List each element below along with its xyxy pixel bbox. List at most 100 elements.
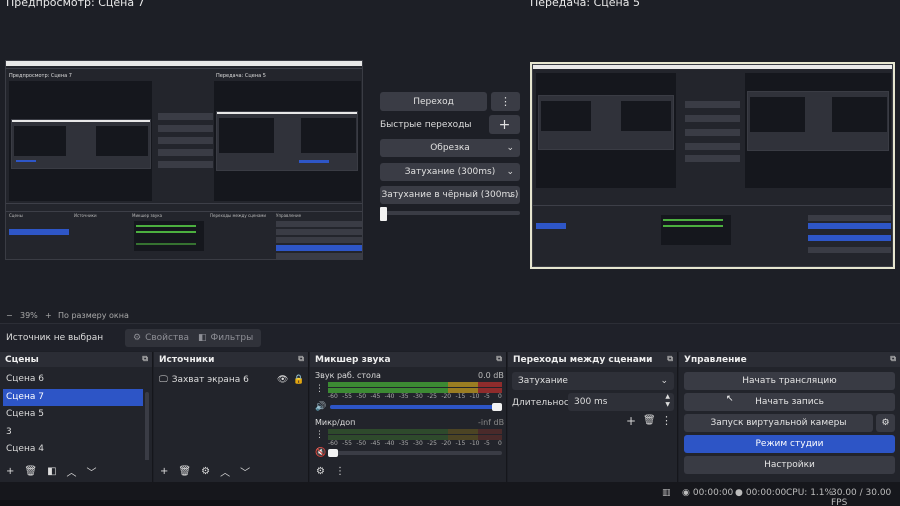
chevron-up-icon[interactable]: ︿ — [67, 464, 77, 479]
mini-sources-label: Источники — [74, 213, 97, 218]
spin-icon[interactable]: ▲ ▼ — [665, 393, 670, 409]
muted-speaker-icon[interactable]: 🔇 — [315, 448, 326, 458]
chevron-down-icon: ⌄ — [660, 376, 668, 386]
properties-button[interactable]: ⚙ Свойства — [125, 329, 198, 347]
quick-transition-option-2[interactable]: Затухание (300ms) ⌄ — [380, 163, 520, 181]
transition-slider-handle[interactable] — [380, 207, 387, 221]
dock-pin-icon[interactable]: ⧉ — [298, 354, 304, 364]
transitions-header: Переходы между сценами ⧉ — [508, 352, 677, 367]
meter-tick-label: 0 — [498, 393, 502, 400]
stream-time: 00:00:00 — [692, 488, 734, 498]
trash-icon[interactable]: 🗑 — [24, 466, 37, 477]
start-stream-button[interactable]: Начать трансляцию — [684, 372, 895, 390]
virtual-cam-button[interactable]: Запуск виртуальной камеры — [684, 414, 873, 432]
record-icon: ● — [735, 488, 743, 498]
dock-pin-icon[interactable]: ⧉ — [890, 354, 896, 364]
chevron-down-icon: ⌄ — [506, 190, 514, 200]
gear-icon: ⚙ — [133, 333, 142, 343]
add-icon[interactable]: + — [6, 466, 14, 477]
record-time: 00:00:00 — [745, 488, 787, 498]
lock-icon[interactable]: 🔒 — [293, 375, 304, 385]
scenes-dock: Сцены ⧉ Сцена 6 Сцена 7 Сцена 5 3 Сцена 4 + 🗑… — [0, 352, 153, 482]
trash-icon[interactable]: 🗑 — [643, 415, 656, 426]
meter-tick-label: -15 — [455, 440, 466, 447]
controls-title: Управление — [684, 355, 747, 365]
channel-level: -inf dB — [478, 418, 505, 427]
mini-control-label: Управление — [276, 213, 302, 218]
option-label: Обрезка — [430, 143, 470, 153]
scenes-scrollbar[interactable] — [145, 392, 149, 464]
filters-label: Фильтры — [210, 333, 254, 343]
source-status: Источник не выбран — [6, 333, 104, 343]
scene-item[interactable]: Сцена 4 — [3, 441, 143, 458]
dock-pin-icon[interactable]: ⧉ — [142, 354, 148, 364]
virtual-cam-settings-button[interactable]: ⚙ — [876, 414, 895, 432]
studio-mode-button[interactable]: Режим студии — [684, 435, 895, 453]
zoom-fit[interactable]: По размеру окна — [58, 311, 129, 320]
source-name: Захват экрана 6 — [171, 375, 249, 385]
scene-item[interactable]: 3 — [3, 424, 143, 441]
transition-slider-track[interactable] — [380, 211, 520, 215]
add-icon[interactable]: + — [160, 466, 168, 477]
mouse-cursor-icon: ↖ — [726, 394, 734, 404]
scene-item[interactable]: Сцена 5 — [3, 406, 143, 423]
eye-icon[interactable]: 👁 — [277, 375, 288, 385]
filter-icon[interactable]: ◧ — [47, 466, 56, 477]
kebab-icon[interactable]: ⋮ — [315, 384, 324, 394]
transition-button[interactable]: Переход — [380, 92, 487, 111]
trash-icon[interactable]: 🗑 — [178, 466, 191, 477]
dock-pin-icon[interactable]: ⧉ — [496, 354, 502, 364]
quick-transition-option-3[interactable]: Затухание в чёрный (300ms) ⌄ — [380, 186, 520, 204]
chevron-down-icon[interactable]: ﹀ — [87, 464, 97, 479]
settings-button[interactable]: Настройки — [684, 456, 895, 474]
sources-dock: Источники ⧉ 🖵 Захват экрана 6 👁 🔒 + 🗑 ⚙ ︿… — [154, 352, 309, 482]
filters-button[interactable]: ◧ Фильтры — [190, 329, 262, 347]
scene-item[interactable]: Сцена 7 — [3, 388, 143, 406]
gear-icon[interactable]: ⚙ — [201, 466, 210, 477]
transition-menu-button[interactable]: ⋮ — [491, 92, 520, 111]
scenes-toolbar: + 🗑 ◧ ︿ ﹀ — [0, 460, 152, 482]
broadcast-icon: ◉ — [682, 488, 690, 498]
meter-tick-label: -45 — [370, 393, 381, 400]
meter-scale: -60 -55 -50 -45 -40 -35 -30 -25 -20 -15 -10 -5 0 — [328, 440, 504, 448]
zoom-plus[interactable]: + — [45, 311, 52, 320]
scenes-header: Сцены ⧉ — [0, 352, 152, 367]
kebab-icon[interactable]: ⋮ — [335, 466, 345, 477]
dock-pin-icon[interactable]: ⧉ — [667, 354, 673, 364]
kebab-icon[interactable]: ⋮ — [661, 414, 672, 427]
meter-green — [328, 382, 448, 387]
meter-tick-label: -55 — [342, 440, 352, 447]
chevron-down-icon[interactable]: ﹀ — [240, 464, 250, 479]
duration-field[interactable]: 300 ms ▲ ▼ — [568, 393, 674, 411]
speaker-icon[interactable]: 🔊 — [315, 402, 326, 412]
mini-preview-title-right: Передача: Сцена 5 — [216, 73, 266, 79]
program-mini-window — [532, 64, 893, 267]
volume-handle[interactable] — [328, 449, 338, 457]
add-quick-transition-button[interactable]: + — [489, 115, 520, 134]
meter-tick-label: -15 — [455, 393, 466, 400]
add-icon[interactable]: + — [626, 414, 636, 428]
volume-handle[interactable] — [492, 403, 502, 411]
quick-transition-option-1[interactable]: Обрезка ⌄ — [380, 139, 520, 157]
kebab-icon: ⋮ — [500, 95, 511, 108]
kebab-icon[interactable]: ⋮ — [315, 430, 324, 440]
transition-select[interactable]: Затухание ⌄ — [512, 372, 674, 390]
meter-tick-label: -30 — [413, 393, 423, 400]
meter-green — [328, 429, 448, 434]
meter-tick-label: -50 — [356, 393, 367, 400]
volume-slider[interactable] — [330, 451, 502, 455]
chevron-up-icon[interactable]: ︿ — [220, 464, 230, 479]
meter-red — [478, 382, 502, 387]
meter-tick-label: -50 — [356, 440, 367, 447]
gear-icon[interactable]: ⚙ — [316, 466, 325, 477]
zoom-minus[interactable]: − — [6, 311, 13, 320]
gear-icon: ⚙ — [881, 418, 890, 428]
start-record-button[interactable]: Начать запись — [684, 393, 895, 411]
mixer-toolbar: ⚙ ⋮ — [310, 460, 506, 482]
source-item[interactable]: 🖵 Захват экрана 6 👁 🔒 — [159, 372, 305, 388]
properties-label: Свойства — [145, 333, 190, 343]
option-label: Затухание (300ms) — [404, 167, 496, 177]
preview-canvas[interactable]: Предпросмотр: Сцена 7 Передача: Сцена 5 — [5, 60, 363, 260]
transition-selected: Затухание — [518, 376, 568, 386]
scene-item[interactable]: Сцена 6 — [3, 371, 143, 388]
